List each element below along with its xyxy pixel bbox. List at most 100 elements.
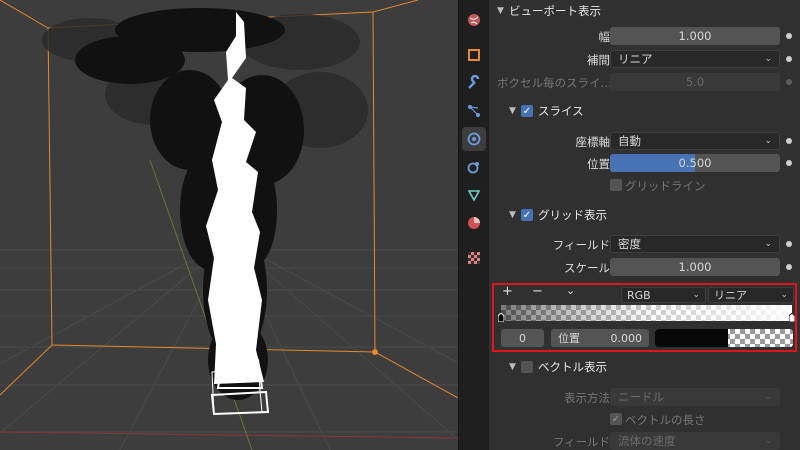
keyframe-dot[interactable]: [786, 79, 792, 85]
slice-checkbox[interactable]: ✓: [521, 105, 533, 117]
slice-position-slider[interactable]: 0.500: [610, 154, 780, 172]
gridlines-row[interactable]: グリッドライン: [610, 175, 790, 195]
texture-checker-icon: [468, 252, 480, 264]
chevron-down-icon: ⌄: [764, 54, 772, 64]
material-tab[interactable]: [462, 211, 486, 235]
keyframe-dot[interactable]: [786, 241, 792, 247]
interpolation-row: 補間 リニア ⌄: [489, 49, 800, 69]
smoke-plume: [42, 8, 368, 416]
viewport-display-header[interactable]: ▼ ビューポート表示: [497, 0, 601, 22]
keyframe-dot[interactable]: [786, 33, 792, 39]
width-label: 幅: [598, 30, 611, 44]
stop-position-value: 0.000: [610, 331, 643, 345]
collapse-arrow-icon: ▼: [509, 210, 516, 220]
stop-color-swatch[interactable]: [655, 329, 793, 347]
color-mode-value: RGB: [627, 288, 651, 302]
vector-field-row: フィールド 流体の速度 ⌄: [489, 431, 800, 450]
slice-position-row: 位置 0.500: [489, 153, 800, 173]
interpolation-dropdown[interactable]: リニア ⌄: [610, 50, 780, 68]
particles-tab[interactable]: [462, 99, 486, 123]
material-icon: [468, 217, 480, 229]
field-label: フィールド: [552, 238, 610, 252]
object-icon: [468, 49, 480, 61]
world-tab[interactable]: [462, 8, 486, 32]
wrench-icon: [468, 75, 480, 89]
vector-field-value: 流体の速度: [618, 434, 676, 448]
display-method-row: 表示方法 ニードル ⌄: [489, 387, 800, 407]
scale-field[interactable]: 1.000: [610, 258, 780, 276]
remove-stop-button[interactable]: −: [532, 284, 543, 299]
gridlines-label: グリッドライン: [625, 179, 706, 193]
field-value: 密度: [618, 237, 641, 251]
3d-viewport[interactable]: [0, 0, 458, 450]
texture-tab[interactable]: [462, 246, 486, 270]
slice-header[interactable]: ▼ ✓ スライス: [509, 100, 584, 122]
constraints-tab[interactable]: [462, 155, 486, 179]
color-ramp-highlight: + − ⌄ RGB ⌄ リニア ⌄ 0 位置 0.000: [492, 283, 797, 352]
viewport-scene: [0, 0, 458, 450]
chevron-down-icon: ⌄: [764, 239, 772, 249]
stop-position-label: 位置: [558, 332, 580, 345]
properties-tab-bar: [458, 0, 489, 450]
color-mode-dropdown[interactable]: RGB ⌄: [621, 287, 706, 303]
x-axis-line: [0, 431, 458, 439]
ramp-interpolation-value: リニア: [714, 289, 747, 302]
object-tab[interactable]: [462, 43, 486, 67]
ramp-interpolation-dropdown[interactable]: リニア ⌄: [708, 287, 794, 303]
keyframe-dot[interactable]: [786, 264, 792, 270]
stop-position-field[interactable]: 位置 0.000: [551, 329, 649, 347]
keyframe-dot[interactable]: [786, 56, 792, 62]
gridlines-checkbox[interactable]: [610, 179, 622, 191]
vector-display-checkbox[interactable]: [521, 361, 533, 373]
interpolation-label: 補間: [587, 53, 610, 67]
physics-tab[interactable]: [462, 127, 486, 151]
physics-icon: [467, 132, 481, 146]
vector-display-header[interactable]: ▼ ベクトル表示: [509, 356, 607, 378]
scale-value: 1.000: [678, 260, 712, 274]
vector-length-checkbox[interactable]: ✓: [610, 413, 622, 425]
slices-per-voxel-value: 5.0: [685, 75, 705, 89]
keyframe-dot[interactable]: [786, 138, 792, 144]
slice-position-value: 0.500: [678, 156, 712, 170]
slice-position-label: 位置: [587, 157, 610, 171]
active-stop-index[interactable]: 0: [501, 329, 544, 347]
data-tab[interactable]: [462, 183, 486, 207]
slices-per-voxel-field[interactable]: 5.0: [610, 73, 780, 91]
width-field[interactable]: 1.000: [610, 27, 780, 45]
viewport-display-title: ビューポート表示: [509, 4, 601, 18]
properties-panel: ▼ ビューポート表示 幅 1.000 補間 リニア ⌄ ボクセル毎のスライ… 5.…: [489, 0, 800, 450]
axis-value: 自動: [618, 134, 641, 148]
vector-length-label: ベクトルの長さ: [625, 413, 706, 427]
ramp-stop-marker-black[interactable]: [498, 313, 504, 322]
collapse-arrow-icon: ▼: [509, 362, 516, 372]
modifier-tab[interactable]: [462, 71, 486, 95]
keyframe-dot[interactable]: [786, 160, 792, 166]
world-icon: [468, 14, 480, 26]
vector-display-title: ベクトル表示: [538, 360, 607, 374]
vector-field-dropdown[interactable]: 流体の速度 ⌄: [610, 432, 780, 450]
add-stop-button[interactable]: +: [502, 284, 513, 299]
chevron-down-icon: ⌄: [764, 436, 772, 446]
field-dropdown[interactable]: 密度 ⌄: [610, 235, 780, 253]
grid-display-checkbox[interactable]: ✓: [521, 209, 533, 221]
slices-per-voxel-label: ボクセル毎のスライ…: [497, 76, 612, 90]
color-ramp-gradient[interactable]: [501, 305, 792, 321]
chevron-down-icon: ⌄: [764, 136, 772, 146]
vector-length-row[interactable]: ✓ ベクトルの長さ: [610, 409, 790, 429]
display-method-dropdown[interactable]: ニードル ⌄: [610, 388, 780, 406]
ramp-menu-chevron-icon[interactable]: ⌄: [566, 284, 575, 297]
particles-icon: [468, 105, 480, 117]
ramp-gradient-overlay: [501, 305, 792, 321]
grid-display-header[interactable]: ▼ ✓ グリッド表示: [509, 204, 607, 226]
scale-label: スケール: [564, 261, 610, 275]
grid-display-title: グリッド表示: [538, 208, 607, 222]
field-row: フィールド 密度 ⌄: [489, 234, 800, 254]
slice-title: スライス: [538, 104, 584, 118]
chevron-down-icon: ⌄: [780, 290, 788, 300]
width-row: 幅 1.000: [489, 26, 800, 46]
ramp-stop-marker-white[interactable]: [789, 313, 795, 322]
axis-dropdown[interactable]: 自動 ⌄: [610, 132, 780, 150]
width-value: 1.000: [678, 29, 712, 43]
axis-label: 座標軸: [575, 135, 611, 149]
display-method-value: ニードル: [618, 390, 664, 404]
